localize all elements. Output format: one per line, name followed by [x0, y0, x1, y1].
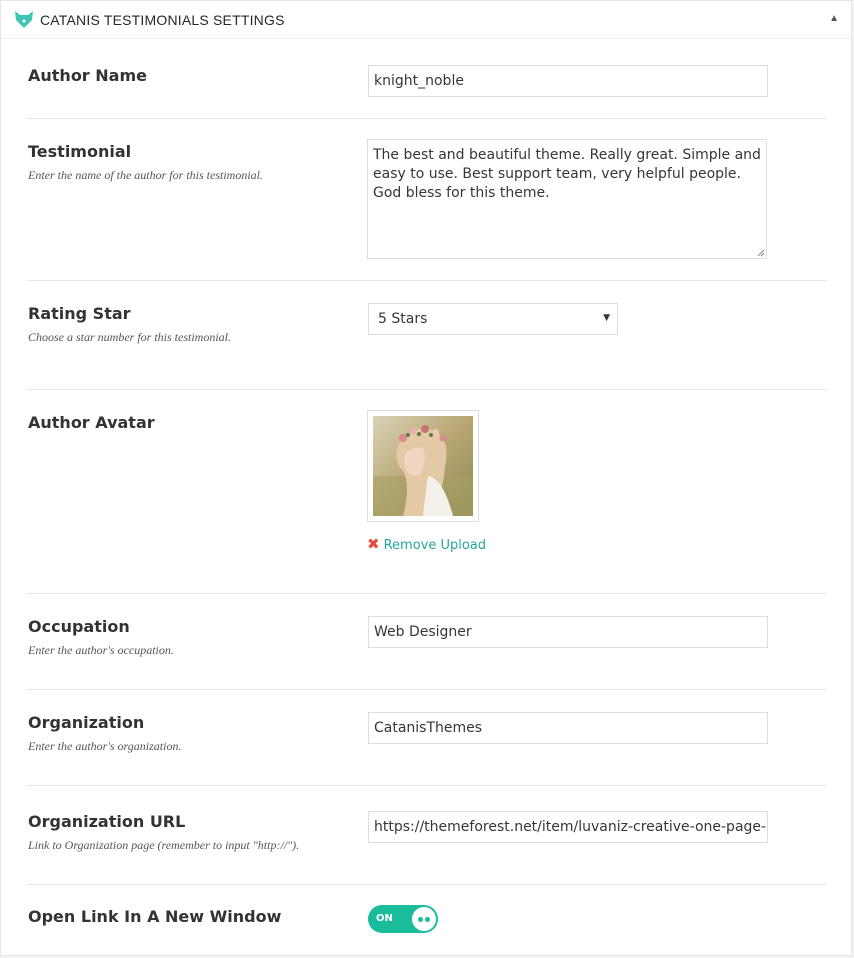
row-open-new-window: Open Link In A New Window ON	[27, 885, 827, 955]
toggle-state-label: ON	[376, 913, 393, 924]
open-new-window-label: Open Link In A New Window	[28, 907, 282, 926]
testimonial-label: Testimonial	[28, 142, 132, 161]
author-name-input[interactable]: knight_noble	[368, 65, 768, 97]
author-avatar-label: Author Avatar	[28, 413, 155, 432]
rating-star-description: Choose a star number for this testimonia…	[28, 330, 232, 344]
row-occupation: Occupation Enter the author's occupation…	[27, 594, 827, 690]
testimonial-textarea[interactable]: The best and beautiful theme. Really gre…	[367, 139, 767, 259]
avatar-thumbnail[interactable]	[367, 410, 479, 522]
organization-url-label: Organization URL	[28, 812, 186, 831]
rating-star-label: Rating Star	[28, 304, 131, 323]
organization-description: Enter the author's organization.	[28, 739, 182, 753]
row-organization-url: Organization URL Link to Organization pa…	[27, 786, 827, 885]
organization-url-input[interactable]: https://themeforest.net/item/luvaniz-cre…	[368, 811, 768, 843]
author-name-label: Author Name	[28, 66, 147, 85]
rating-star-selected: 5 Stars	[378, 311, 428, 327]
row-author-avatar: Author Avatar ✖ Remove Upload	[27, 390, 827, 594]
toggle-knob	[412, 907, 436, 931]
testimonial-text: The best and beautiful theme. Really gre…	[373, 147, 761, 201]
avatar-image	[373, 416, 473, 516]
occupation-input[interactable]: Web Designer	[368, 616, 768, 648]
resize-handle-icon[interactable]	[757, 249, 765, 257]
remove-upload-link[interactable]: ✖ Remove Upload	[367, 535, 486, 553]
open-new-window-toggle[interactable]: ON	[368, 905, 438, 933]
organization-url-description: Link to Organization page (remember to i…	[28, 838, 300, 852]
catanis-fox-icon	[15, 11, 33, 28]
occupation-description: Enter the author's occupation.	[28, 643, 174, 657]
row-testimonial: Testimonial Enter the name of the author…	[27, 119, 827, 281]
dropdown-arrow-icon: ▼	[603, 313, 610, 323]
organization-label: Organization	[28, 713, 145, 732]
remove-x-icon: ✖	[367, 535, 380, 553]
row-organization: Organization Enter the author's organiza…	[27, 690, 827, 786]
metabox-title: CATANIS TESTIMONIALS SETTINGS	[40, 12, 285, 28]
organization-input[interactable]: CatanisThemes	[368, 712, 768, 744]
row-author-name: Author Name knight_noble	[27, 38, 827, 119]
testimonials-settings-metabox: CATANIS TESTIMONIALS SETTINGS ▲ Author N…	[0, 0, 852, 956]
occupation-label: Occupation	[28, 617, 130, 636]
rating-star-select[interactable]: 5 Stars ▼	[368, 303, 618, 335]
remove-upload-label: Remove Upload	[383, 538, 487, 553]
collapse-arrow-icon[interactable]: ▲	[829, 13, 839, 24]
row-rating-star: Rating Star Choose a star number for thi…	[27, 281, 827, 390]
testimonial-description: Enter the name of the author for this te…	[28, 168, 263, 182]
metabox-header[interactable]: CATANIS TESTIMONIALS SETTINGS ▲	[1, 1, 851, 39]
